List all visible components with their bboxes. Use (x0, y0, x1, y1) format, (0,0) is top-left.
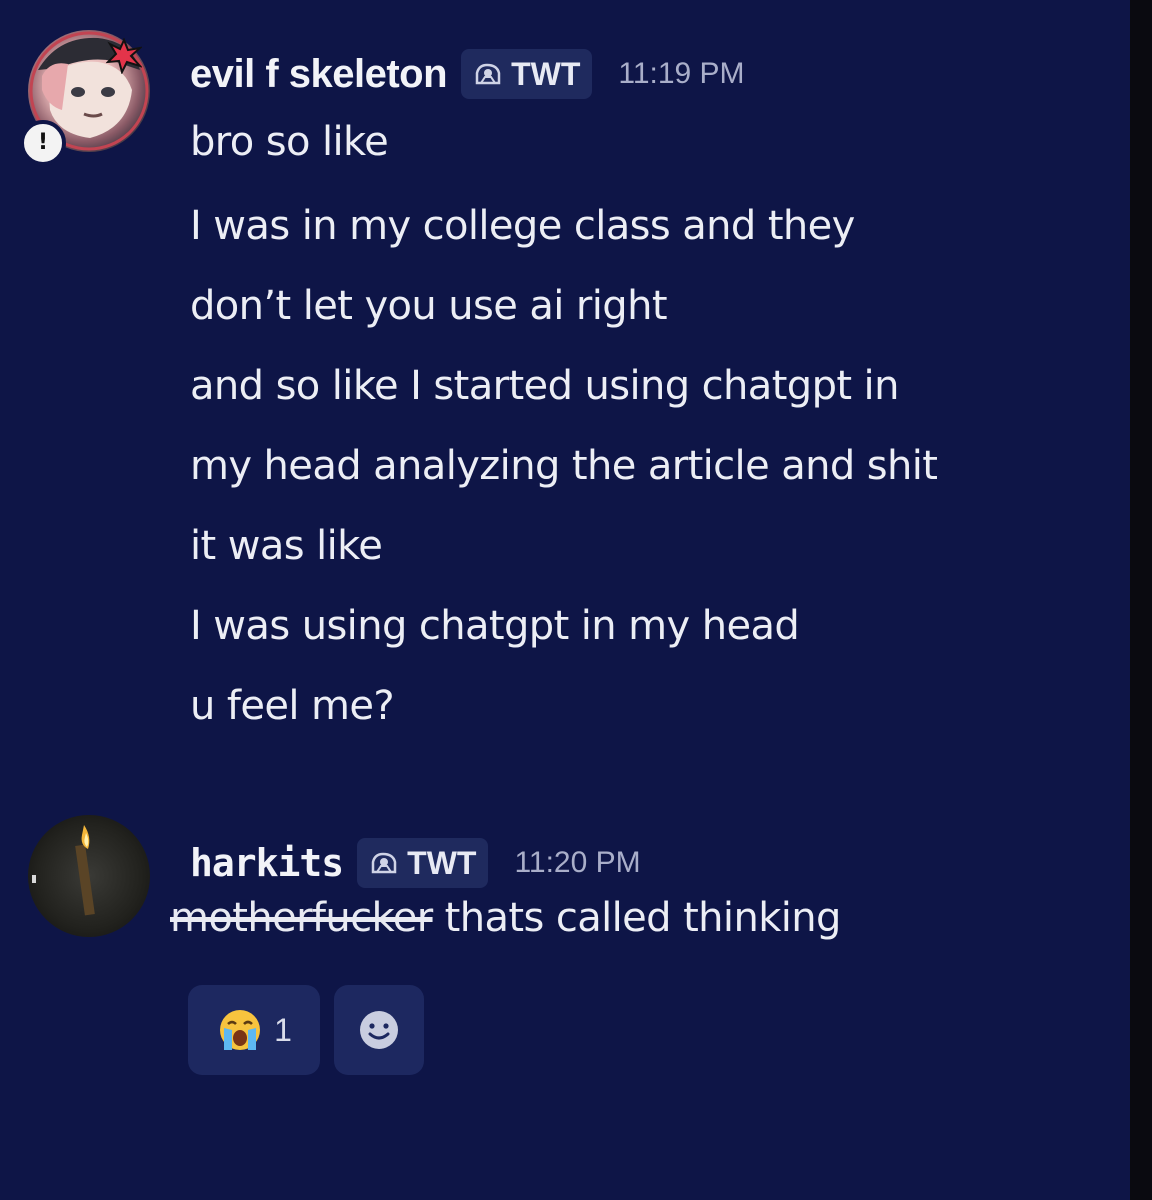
message-header: harkits TWT 11:20 PM (190, 835, 641, 891)
timestamp[interactable]: 11:20 PM (514, 846, 640, 880)
server-tag-label: TWT (511, 55, 581, 92)
server-tag-label: TWT (407, 844, 477, 881)
message-line: I was in my college class and they (190, 203, 855, 249)
timestamp[interactable]: 11:19 PM (618, 57, 744, 91)
message-content: motherfucker thats called thinking (170, 895, 841, 941)
window-edge (1130, 0, 1152, 1200)
username[interactable]: evil f skeleton (190, 52, 448, 97)
message-line: I was using chatgpt in my head (190, 603, 800, 649)
burst-icon (106, 38, 142, 74)
status-badge: ! (20, 120, 66, 166)
message-header: evil f skeleton TWT 11:19 PM (190, 46, 745, 102)
message-line: my head analyzing the article and shit (190, 443, 938, 489)
username[interactable]: harkits (190, 841, 344, 885)
add-reaction-icon (360, 1011, 398, 1049)
reaction-loudly-crying[interactable]: 1 (188, 985, 320, 1075)
avatar-image (32, 825, 95, 916)
server-tag-icon (475, 63, 501, 85)
add-reaction-button[interactable] (334, 985, 424, 1075)
server-tag[interactable]: TWT (461, 49, 593, 99)
reaction-count: 1 (274, 1011, 292, 1048)
message-line: and so like I started using chatgpt in (190, 363, 899, 409)
message-line: it was like (190, 523, 383, 569)
avatar[interactable] (28, 815, 150, 937)
message-line: u feel me? (190, 683, 395, 729)
strikethrough-text: motherfucker (170, 895, 433, 941)
message-line: bro so like (190, 119, 389, 165)
message-text: thats called thinking (432, 895, 842, 941)
message-content: bro so like I was in my college class an… (190, 112, 938, 756)
reaction-bar: 1 (188, 985, 424, 1075)
message-line: don’t let you use ai right (190, 283, 668, 329)
server-tag-icon (371, 852, 397, 874)
loudly-crying-face-icon (220, 1010, 261, 1050)
server-tag[interactable]: TWT (357, 838, 489, 888)
